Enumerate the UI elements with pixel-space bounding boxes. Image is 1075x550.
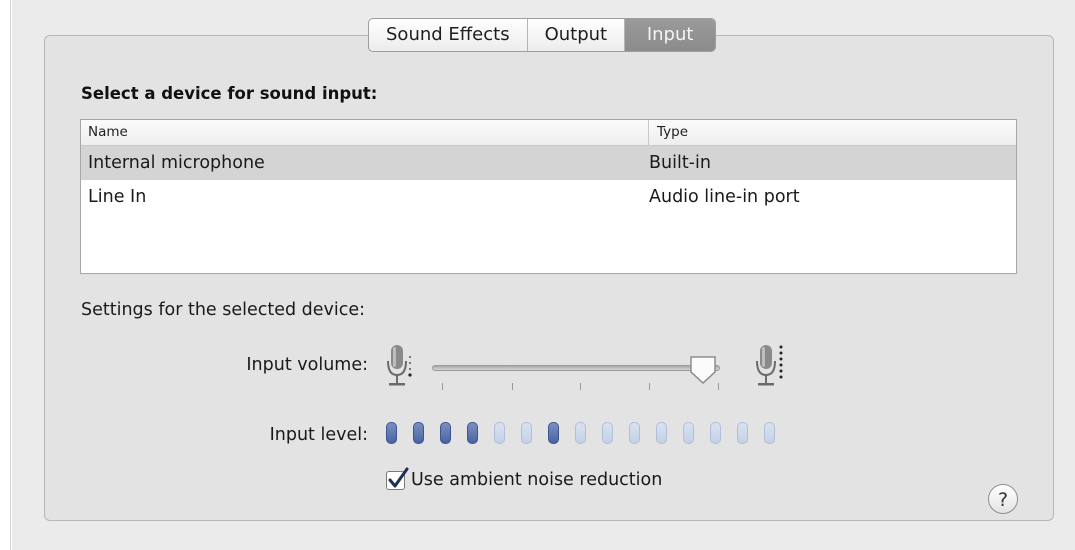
window-left-edge — [0, 0, 12, 550]
input-level-segment — [710, 422, 721, 444]
input-preferences-panel — [44, 35, 1054, 521]
tab-input[interactable]: Input — [625, 19, 716, 51]
input-volume-label: Input volume: — [246, 355, 368, 375]
device-type: Built-in — [649, 153, 711, 173]
input-level-segment — [440, 422, 451, 444]
input-level-segment — [629, 422, 640, 444]
input-level-segment — [575, 422, 586, 444]
input-volume-slider[interactable] — [432, 355, 732, 392]
slider-tick — [580, 383, 581, 390]
input-level-segment — [413, 422, 424, 444]
microphone-high-icon — [752, 343, 788, 395]
column-header-name[interactable]: Name — [81, 120, 649, 145]
table-row[interactable]: Internal microphone Built-in — [81, 146, 1016, 180]
table-header: Name Type — [81, 120, 1016, 146]
tab-output[interactable]: Output — [528, 19, 626, 51]
input-level-segment — [521, 422, 532, 444]
device-name: Line In — [88, 187, 147, 207]
checkbox-box[interactable] — [386, 467, 409, 490]
tab-sound-effects[interactable]: Sound Effects — [369, 19, 528, 51]
input-level-segment — [683, 422, 694, 444]
device-name: Internal microphone — [88, 153, 265, 173]
slider-tick — [442, 383, 443, 390]
input-level-segment — [656, 422, 667, 444]
input-level-label: Input level: — [269, 425, 368, 445]
slider-tick — [649, 383, 650, 390]
checkmark-icon — [388, 467, 409, 487]
input-level-segment — [548, 422, 559, 444]
settings-section-title: Settings for the selected device: — [81, 300, 366, 320]
microphone-low-icon — [383, 343, 413, 395]
device-section-title: Select a device for sound input: — [81, 84, 378, 103]
slider-thumb[interactable] — [689, 355, 717, 385]
device-table[interactable]: Name Type Internal microphone Built-in L… — [80, 119, 1017, 274]
ambient-noise-reduction-checkbox[interactable]: Use ambient noise reduction — [386, 467, 663, 490]
help-icon[interactable]: ? — [988, 484, 1018, 514]
ambient-noise-reduction-label: Use ambient noise reduction — [411, 470, 663, 490]
input-level-meter — [386, 422, 791, 446]
input-level-segment — [764, 422, 775, 444]
input-level-segment — [467, 422, 478, 444]
slider-tick — [718, 383, 719, 390]
input-level-segment — [602, 422, 613, 444]
input-level-segment — [737, 422, 748, 444]
tab-bar: Sound Effects Output Input — [368, 18, 717, 52]
slider-track — [432, 365, 720, 371]
table-row[interactable]: Line In Audio line-in port — [81, 180, 1016, 214]
input-level-segment — [494, 422, 505, 444]
column-header-type[interactable]: Type — [649, 120, 688, 145]
slider-tick — [512, 383, 513, 390]
input-level-segment — [386, 422, 397, 444]
device-type: Audio line-in port — [649, 187, 800, 207]
